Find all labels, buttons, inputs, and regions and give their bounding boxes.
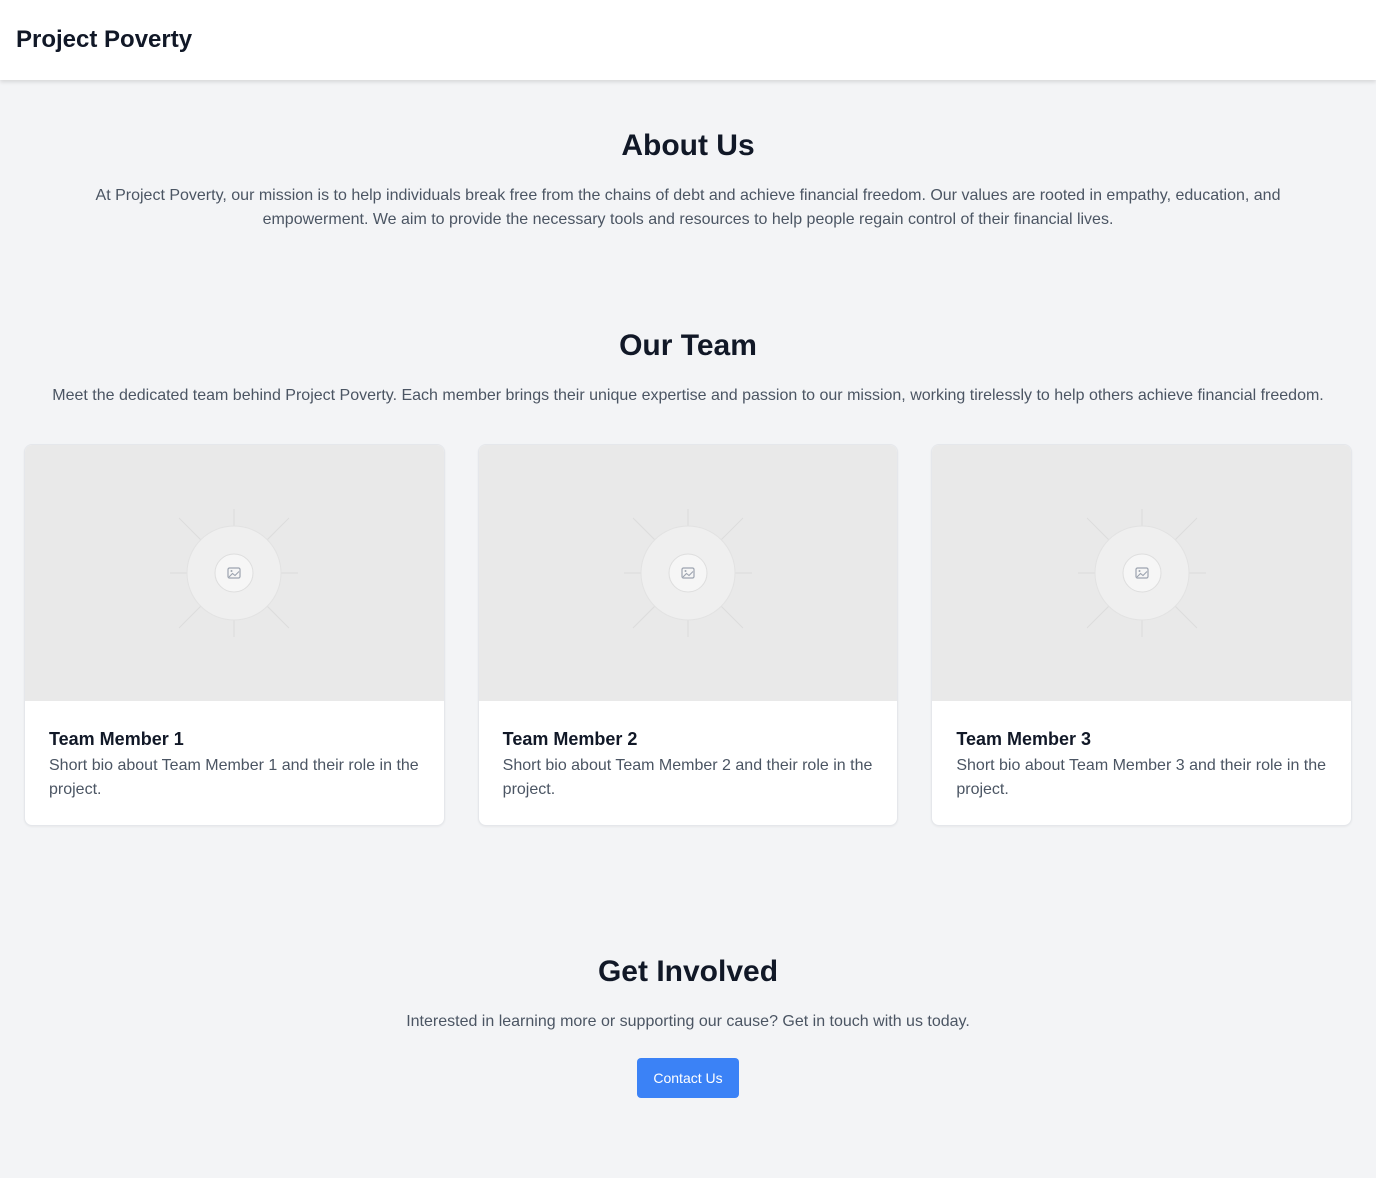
team-text: Meet the dedicated team behind Project P…	[52, 387, 1324, 404]
team-card: Team Member 2 Short bio about Team Membe…	[477, 444, 899, 826]
image-placeholder-icon	[624, 509, 752, 637]
team-title: Our Team	[619, 329, 757, 362]
team-member-bio: Short bio about Team Member 3 and their …	[956, 757, 1327, 798]
team-cards: Team Member 1 Short bio about Team Membe…	[0, 444, 1376, 826]
team-card: Team Member 3 Short bio about Team Membe…	[931, 444, 1353, 826]
team-member-name: Team Member 1	[49, 729, 184, 749]
get-involved-title: Get Involved	[597, 955, 779, 988]
get-involved-section: Get Involved Interested in learning more…	[0, 826, 1376, 1098]
team-card: Team Member 1 Short bio about Team Membe…	[24, 444, 445, 826]
brand-logo-link[interactable]: Project Poverty	[16, 26, 192, 54]
image-placeholder-icon	[1077, 509, 1206, 637]
team-member-name: Team Member 3	[956, 729, 1092, 749]
team-member-image	[478, 445, 898, 701]
card-body: Team Member 2 Short bio about Team Membe…	[479, 701, 898, 802]
navbar: Project Poverty	[0, 0, 1376, 80]
team-member-image	[932, 445, 1352, 701]
card-body: Team Member 1 Short bio about Team Membe…	[25, 701, 444, 802]
card-body: Team Member 3 Short bio about Team Membe…	[932, 701, 1351, 802]
about-section: About Us At Project Poverty, our mission…	[0, 80, 1376, 232]
team-section: Our Team Meet the dedicated team behind …	[0, 232, 1376, 826]
image-placeholder-icon	[170, 509, 299, 637]
about-title: About Us	[621, 129, 755, 162]
get-involved-text: Interested in learning more or supportin…	[406, 1013, 970, 1030]
contact-us-button[interactable]: Contact Us	[637, 1058, 739, 1098]
about-text: At Project Poverty, our mission is to he…	[95, 187, 1281, 228]
team-member-bio: Short bio about Team Member 2 and their …	[502, 757, 873, 798]
team-member-name: Team Member 2	[502, 729, 638, 749]
team-member-image	[25, 445, 444, 701]
team-member-bio: Short bio about Team Member 1 and their …	[49, 757, 419, 798]
